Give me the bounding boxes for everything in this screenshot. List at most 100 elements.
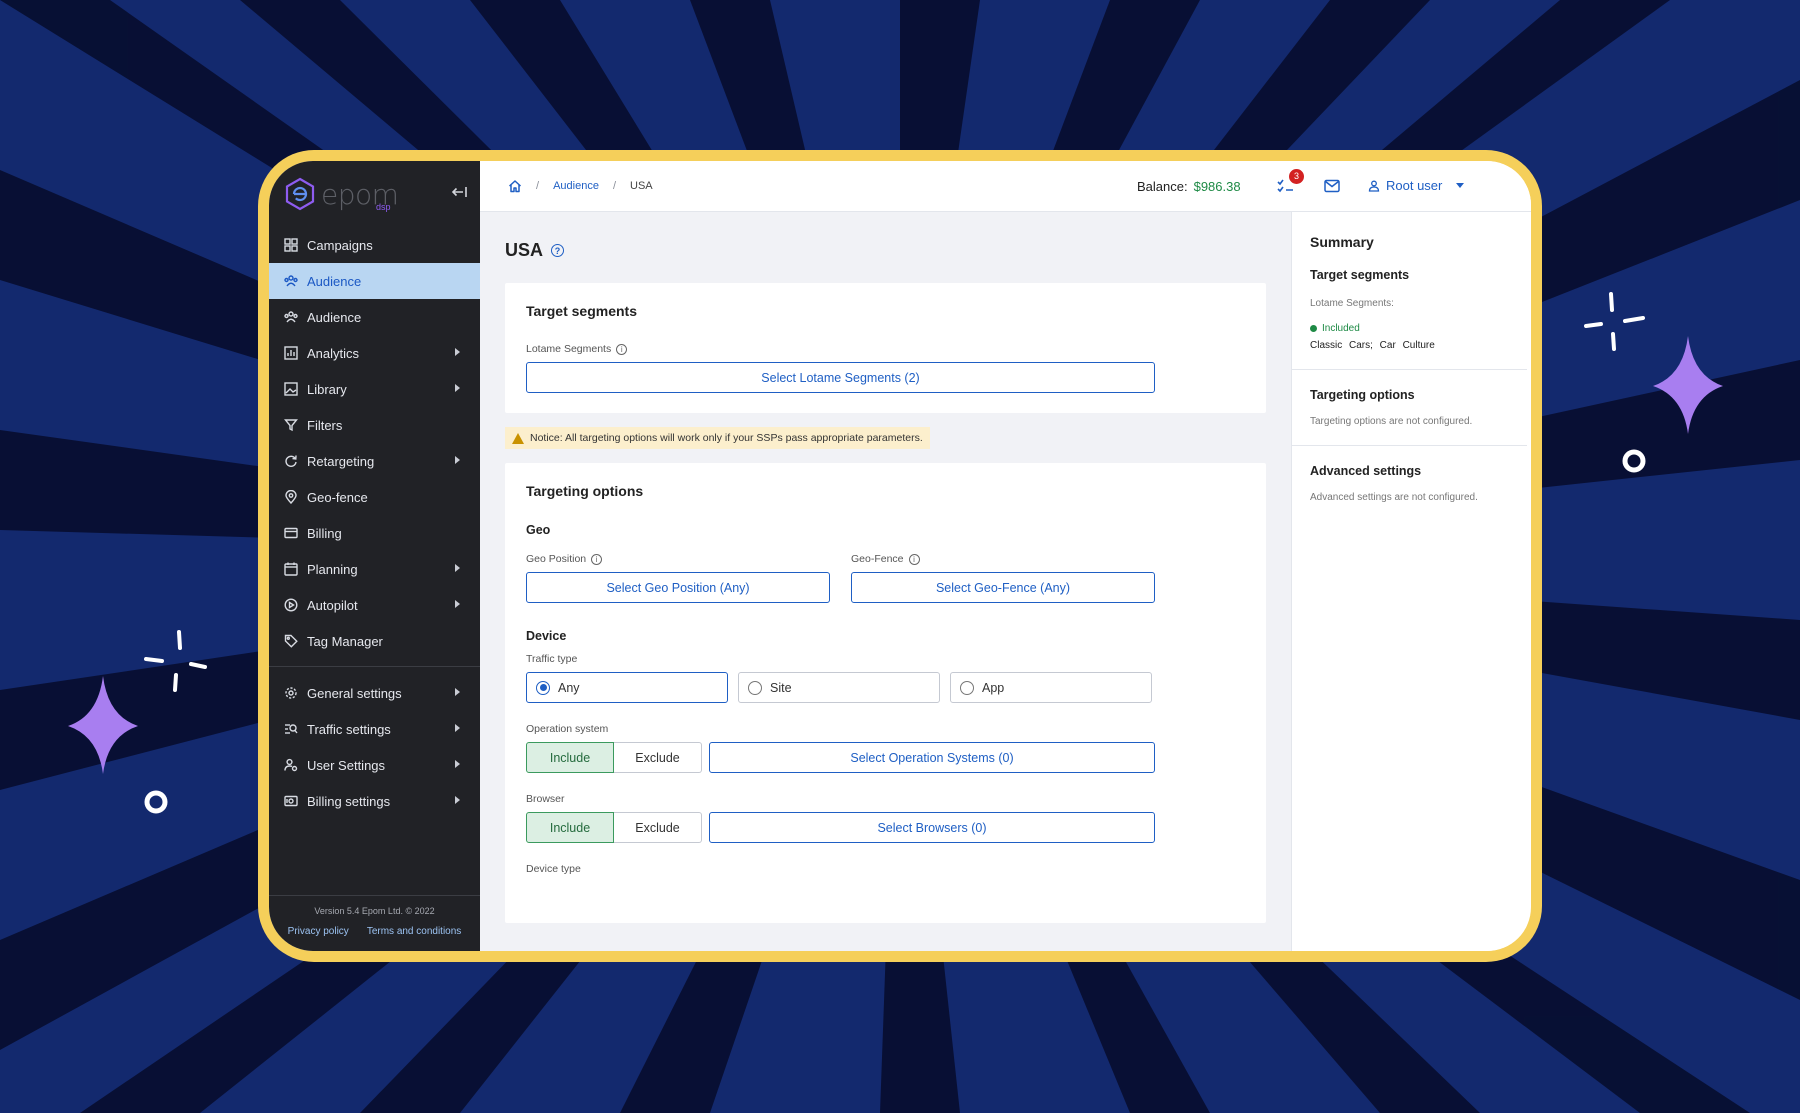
select-os-button[interactable]: Select Operation Systems (0)	[709, 742, 1155, 773]
sidebar-item-library[interactable]: Library	[269, 371, 480, 407]
info-icon[interactable]: i	[616, 343, 628, 355]
sidebar-footer: Version 5.4 Epom Ltd. © 2022 Privacy pol…	[269, 895, 480, 951]
mail-icon[interactable]	[1324, 179, 1340, 193]
settings-item-billing-settings[interactable]: Billing settings	[269, 783, 480, 819]
breadcrumb-audience[interactable]: Audience	[553, 180, 599, 192]
help-icon[interactable]: ?	[551, 244, 565, 257]
logo-subtext: dsp	[376, 202, 391, 212]
nav-label: Billing settings	[307, 793, 391, 809]
lotame-label-text: Lotame Segments	[526, 343, 612, 355]
geo-position-label: Geo Position i	[526, 553, 830, 565]
balance: Balance: $986.38	[1137, 179, 1241, 194]
device-type-label: Device type	[526, 863, 581, 875]
nav-label: Billing	[307, 525, 342, 541]
os-include-button[interactable]: Include	[526, 742, 614, 773]
info-icon[interactable]: i	[591, 553, 603, 565]
breadcrumb-current: USA	[630, 180, 653, 192]
chevron-right-icon	[455, 796, 460, 804]
select-geo-position-button[interactable]: Select Geo Position (Any)	[526, 572, 830, 603]
summary-panel: Summary Target segments Lotame Segments:…	[1291, 212, 1527, 951]
os-include-exclude-toggle: Include Exclude	[526, 742, 702, 773]
nav-label: Library	[307, 381, 347, 397]
version-text: Version 5.4 Epom Ltd. © 2022	[314, 906, 435, 916]
main-area: / Audience / USA Balance: $986.38 3 Root…	[480, 161, 1531, 951]
top-bar: / Audience / USA Balance: $986.38 3 Root…	[480, 161, 1531, 212]
sidebar-item-tag-manager[interactable]: Tag Manager	[269, 623, 480, 659]
info-icon[interactable]: i	[908, 553, 920, 565]
summary-title: Summary	[1310, 234, 1374, 250]
refresh-icon	[284, 454, 298, 468]
browser-exclude-button[interactable]: Exclude	[614, 812, 702, 843]
chevron-right-icon	[455, 564, 460, 572]
sidebar-nav: Campaigns Audience Audience Analytics Librar…	[269, 227, 480, 659]
radio-icon	[960, 680, 974, 695]
sidebar-item-planning[interactable]: Planning	[269, 551, 480, 587]
os-exclude-button[interactable]: Exclude	[614, 742, 702, 773]
summary-lotame-label: Lotame Segments:	[1310, 298, 1394, 309]
chevron-right-icon	[455, 348, 460, 356]
home-icon[interactable]	[508, 179, 522, 193]
target-segments-heading: Target segments	[526, 303, 637, 319]
radio-icon	[748, 680, 762, 695]
select-geo-fence-button[interactable]: Select Geo-Fence (Any)	[851, 572, 1155, 603]
privacy-policy-link[interactable]: Privacy policy	[288, 926, 349, 937]
sidebar-item-analytics[interactable]: Analytics	[269, 335, 480, 371]
geo-position-label-text: Geo Position	[526, 553, 587, 565]
terms-link[interactable]: Terms and conditions	[367, 926, 462, 937]
breadcrumb-separator: /	[612, 180, 616, 192]
radio-selected-icon	[536, 680, 550, 695]
breadcrumb-separator: /	[536, 180, 540, 192]
summary-advanced-settings: Advanced settings	[1310, 464, 1422, 478]
settings-item-general-settings[interactable]: General settings	[269, 675, 480, 711]
sidebar-item-audience-active[interactable]: Audience	[269, 263, 480, 299]
sidebar-item-autopilot[interactable]: Autopilot	[269, 587, 480, 623]
settings-item-user-settings[interactable]: User Settings	[269, 747, 480, 783]
geo-fence-label-text: Geo-Fence	[851, 553, 904, 565]
nav-label: Audience	[307, 273, 362, 289]
image-icon	[284, 382, 298, 396]
select-browsers-button[interactable]: Select Browsers (0)	[709, 812, 1155, 843]
traffic-app-option[interactable]: App	[950, 672, 1152, 703]
chevron-down-icon	[1456, 183, 1465, 188]
tasks-badge: 3	[1289, 169, 1304, 184]
nav-divider	[269, 666, 480, 667]
lotame-label: Lotame Segments i	[526, 343, 1245, 355]
nav-label: Geo-fence	[307, 489, 368, 505]
collapse-sidebar-button[interactable]	[450, 185, 468, 203]
epom-logo-icon	[285, 177, 315, 211]
device-frame: epom dsp Campaigns Audience Audience Analyt…	[258, 150, 1542, 962]
nav-label: Analytics	[307, 345, 360, 361]
funnel-icon	[284, 418, 298, 432]
traffic-site-option[interactable]: Site	[738, 672, 940, 703]
app-screen: epom dsp Campaigns Audience Audience Analyt…	[269, 161, 1531, 951]
traffic-any-option[interactable]: Any	[526, 672, 728, 703]
dashboard-grid-icon	[284, 238, 298, 252]
settings-nav: General settings Traffic settings User Set…	[269, 675, 480, 819]
traffic-type-label: Traffic type	[526, 653, 578, 665]
credit-card-icon	[284, 526, 298, 540]
nav-label: Tag Manager	[307, 633, 383, 649]
chevron-right-icon	[455, 760, 460, 768]
sidebar-item-geo-fence[interactable]: Geo-fence	[269, 479, 480, 515]
tag-icon	[284, 634, 298, 648]
sidebar-item-billing[interactable]: Billing	[269, 515, 480, 551]
settings-item-traffic-settings[interactable]: Traffic settings	[269, 711, 480, 747]
browser-include-button[interactable]: Include	[526, 812, 614, 843]
browser-row: Include Exclude Select Browsers (0)	[526, 812, 1245, 843]
nav-label: Planning	[307, 561, 358, 577]
sidebar-item-filters[interactable]: Filters	[269, 407, 480, 443]
select-lotame-segments-button[interactable]: Select Lotame Segments (2)	[526, 362, 1155, 393]
sidebar-item-campaigns[interactable]: Campaigns	[269, 227, 480, 263]
browser-include-exclude-toggle: Include Exclude	[526, 812, 702, 843]
summary-advanced-note: Advanced settings are not configured.	[1310, 492, 1478, 503]
sidebar-item-audience[interactable]: Audience	[269, 299, 480, 335]
nav-label: Autopilot	[307, 597, 358, 613]
targeting-options-heading: Targeting options	[526, 483, 644, 499]
billing-icon	[284, 794, 298, 808]
sidebar-item-retargeting[interactable]: Retargeting	[269, 443, 480, 479]
os-label: Operation system	[526, 723, 609, 735]
browser-label: Browser	[526, 793, 565, 805]
user-gear-icon	[284, 758, 298, 772]
user-menu[interactable]: Root user	[1368, 178, 1465, 193]
chevron-right-icon	[455, 456, 460, 464]
